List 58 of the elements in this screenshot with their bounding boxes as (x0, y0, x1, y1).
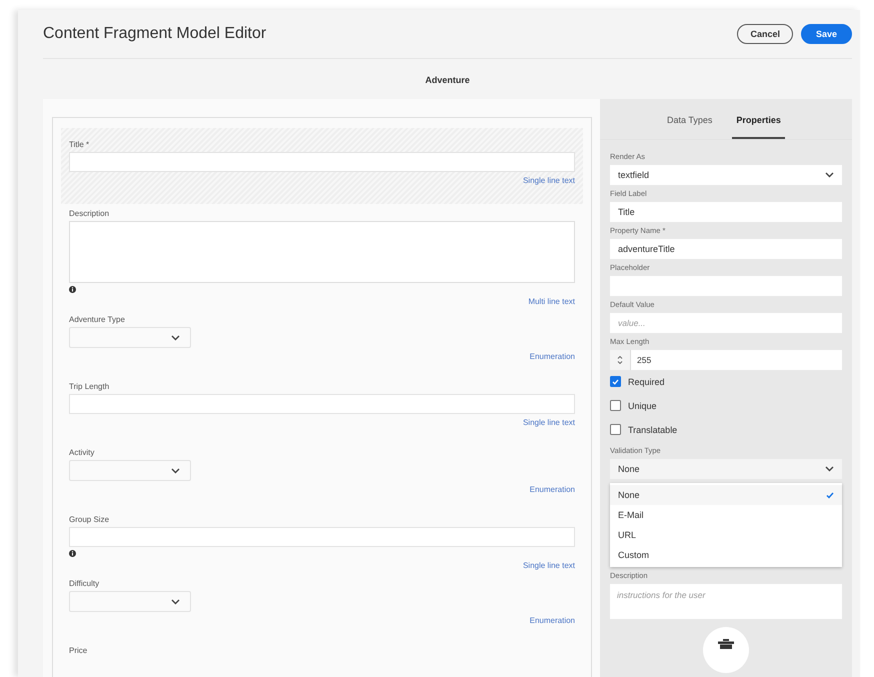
field-row[interactable]: Description Multi line text (61, 206, 583, 310)
chevron-down-icon (825, 466, 834, 472)
field-label: Trip Length (69, 382, 110, 393)
field-label: Adventure Type (69, 315, 125, 326)
field-row[interactable]: Trip Length Single line text (61, 379, 583, 431)
cancel-button[interactable]: Cancel (737, 24, 793, 44)
field-label: Title * (69, 140, 90, 151)
field-row[interactable]: Adventure Type Enumeration (61, 312, 583, 365)
text-input[interactable] (69, 152, 575, 172)
tab[interactable]: Properties (732, 115, 785, 139)
checkbox[interactable]: Required (610, 376, 842, 387)
field-label: Description (69, 209, 110, 220)
menu-option[interactable]: Custom (610, 545, 842, 565)
stepper-icon (617, 355, 623, 365)
textarea-input[interactable] (69, 221, 575, 283)
data-type-label: Single line text (522, 418, 575, 428)
dropdown-select[interactable] (69, 591, 191, 612)
field-label: Group Size (69, 515, 110, 526)
chevron-down-icon (825, 172, 834, 178)
text-input[interactable] (69, 394, 575, 414)
text-input[interactable]: adventureTitle (610, 239, 842, 259)
field-label: Activity (69, 448, 94, 459)
data-type-label: Multi line text (528, 297, 575, 307)
page-title: Content Fragment Model Editor (43, 25, 268, 43)
menu-option[interactable]: None (610, 485, 842, 505)
data-type-label: Single line text (522, 561, 575, 571)
dropdown-select[interactable]: textfield (610, 165, 842, 185)
trash-icon (718, 639, 734, 649)
text-input[interactable] (69, 527, 575, 547)
field-label: Price (69, 646, 88, 657)
field-row[interactable]: Difficulty Enumeration (61, 576, 583, 629)
checkmark-icon (826, 492, 834, 498)
delete-button[interactable] (703, 627, 749, 673)
dropdown-select[interactable] (69, 327, 191, 348)
dropdown-select[interactable] (69, 460, 191, 481)
checkbox[interactable]: Unique (610, 400, 842, 411)
text-input[interactable]: Title (610, 202, 842, 222)
menu-option[interactable]: E-Mail (610, 505, 842, 525)
save-button[interactable]: Save (800, 24, 852, 44)
tab[interactable]: Data Types (667, 115, 712, 139)
model-name: Adventure (424, 74, 471, 87)
info-icon (69, 550, 76, 557)
data-type-label: Enumeration (530, 352, 575, 362)
data-type-label: Enumeration (530, 616, 575, 626)
data-type-label: Single line text (522, 176, 575, 186)
data-type-label: Enumeration (530, 485, 575, 495)
selected-field-background[interactable]: Title * Single line text (61, 128, 583, 204)
info-icon (69, 286, 76, 293)
field-row[interactable]: Group Size Single line text (61, 512, 583, 574)
field-label: Difficulty (69, 579, 100, 590)
checkmark-icon (612, 378, 619, 384)
dropdown-select[interactable]: None (610, 459, 842, 479)
chevron-down-icon (171, 334, 180, 340)
checkbox[interactable]: Translatable (610, 424, 842, 435)
chevron-down-icon (171, 598, 180, 604)
chevron-down-icon (171, 468, 180, 474)
menu-option[interactable]: URL (610, 525, 842, 545)
field-row[interactable]: Activity Enumeration (61, 445, 583, 498)
